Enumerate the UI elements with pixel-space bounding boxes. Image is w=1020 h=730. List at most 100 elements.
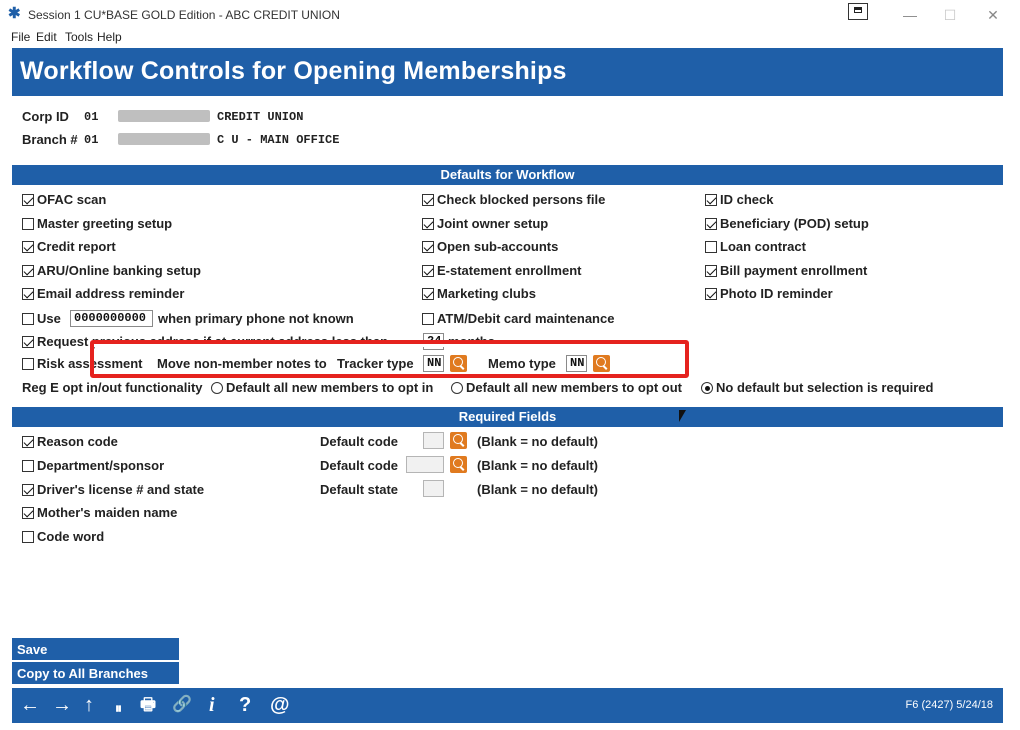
checkbox-icon <box>422 265 434 277</box>
maximize-button[interactable]: ☐ <box>935 4 965 26</box>
redacted-corp-name <box>118 110 210 122</box>
default-phone-input[interactable]: 0000000000 <box>70 310 153 327</box>
reason-default-note: (Blank = no default) <box>477 434 598 449</box>
checkbox-icon <box>22 194 34 206</box>
reg-e-label: Reg E opt in/out functionality <box>22 380 203 395</box>
menu-edit[interactable]: Edit <box>36 30 57 44</box>
checkbox-icon <box>422 194 434 206</box>
use-phone-checkbox[interactable]: Use <box>22 311 61 327</box>
page-title: Workflow Controls for Opening Membership… <box>20 57 567 85</box>
help-icon[interactable]: ? <box>239 695 251 715</box>
checkbox-icon <box>422 218 434 230</box>
mouse-cursor-icon <box>679 410 686 422</box>
checkbox-icon <box>22 241 34 253</box>
minimize-button[interactable]: — <box>895 4 925 26</box>
checkbox-icon <box>22 507 34 519</box>
reason-default-code-input[interactable] <box>423 432 444 449</box>
footer-toolbar: ← → ↑ ⏸ 🖶 🔗 i ? @ F6 (2427) 5/24/18 <box>12 688 1003 723</box>
checkbox-icon <box>22 336 34 348</box>
menu-file[interactable]: File <box>11 30 30 44</box>
title-bar: ✱ Session 1 CU*BASE GOLD Edition - ABC C… <box>0 0 1020 30</box>
checkbox-icon <box>22 436 34 448</box>
radio-icon <box>701 382 713 394</box>
screen-heading-bar: Workflow Controls for Opening Membership… <box>12 48 1003 96</box>
loan-contract-checkbox[interactable]: Loan contract <box>705 239 806 255</box>
use-phone-suffix: when primary phone not known <box>158 311 354 326</box>
open-sub-accounts-checkbox[interactable]: Open sub-accounts <box>422 239 558 255</box>
checkbox-icon <box>705 288 717 300</box>
checkbox-icon <box>22 288 34 300</box>
print-icon[interactable]: 🖶 <box>140 695 156 715</box>
radio-icon <box>451 382 463 394</box>
reason-code-lookup-icon[interactable] <box>450 432 467 449</box>
master-greeting-checkbox[interactable]: Master greeting setup <box>22 216 172 232</box>
e-statement-enrollment-checkbox[interactable]: E-statement enrollment <box>422 263 581 279</box>
default-state-input[interactable] <box>423 480 444 497</box>
callout-highlight-box <box>90 340 689 378</box>
up-arrow-icon[interactable]: ↑ <box>84 695 94 715</box>
default-state-label: Default state <box>320 482 399 497</box>
checkbox-icon <box>22 460 34 472</box>
photo-id-reminder-checkbox[interactable]: Photo ID reminder <box>705 286 833 302</box>
drivers-license-checkbox[interactable]: Driver's license # and state <box>22 482 204 498</box>
info-icon[interactable]: i <box>209 695 215 715</box>
defaults-section-header: Defaults for Workflow <box>12 165 1003 185</box>
default-code-label: Default code <box>320 458 399 473</box>
mothers-maiden-name-checkbox[interactable]: Mother's maiden name <box>22 505 177 521</box>
corp-id-value: 01 <box>84 110 99 124</box>
state-default-note: (Blank = no default) <box>477 482 598 497</box>
code-word-checkbox[interactable]: Code word <box>22 529 104 545</box>
department-default-note: (Blank = no default) <box>477 458 598 473</box>
required-section-header: Required Fields <box>12 407 1003 427</box>
redacted-branch-name <box>118 133 210 145</box>
radio-icon <box>211 382 223 394</box>
corp-id-label: Corp ID <box>22 109 69 124</box>
credit-report-checkbox[interactable]: Credit report <box>22 239 116 255</box>
checkbox-icon <box>422 313 434 325</box>
department-sponsor-checkbox[interactable]: Department/sponsor <box>22 458 164 474</box>
beneficiary-setup-checkbox[interactable]: Beneficiary (POD) setup <box>705 216 869 232</box>
default-code-label: Default code <box>320 434 399 449</box>
checkbox-icon <box>705 218 717 230</box>
restore-screen-icon[interactable] <box>848 3 868 20</box>
reg-e-opt-in-radio[interactable]: Default all new members to opt in <box>211 380 433 396</box>
at-sign-icon[interactable]: @ <box>270 695 290 715</box>
department-default-code-input[interactable] <box>406 456 444 473</box>
checkbox-icon <box>705 265 717 277</box>
ofac-scan-checkbox[interactable]: OFAC scan <box>22 192 106 208</box>
checkbox-icon <box>422 288 434 300</box>
copy-to-all-branches-button[interactable]: Copy to All Branches <box>12 662 179 685</box>
atm-debit-card-checkbox[interactable]: ATM/Debit card maintenance <box>422 311 614 327</box>
close-button[interactable]: ✕ <box>978 4 1008 26</box>
aru-online-banking-checkbox[interactable]: ARU/Online banking setup <box>22 263 201 279</box>
checkbox-icon <box>422 241 434 253</box>
back-arrow-icon[interactable]: ← <box>20 695 40 715</box>
pause-icon[interactable]: ⏸ <box>115 698 122 718</box>
checkbox-icon <box>705 194 717 206</box>
checkbox-icon <box>22 218 34 230</box>
joint-owner-setup-checkbox[interactable]: Joint owner setup <box>422 216 548 232</box>
link-icon[interactable]: 🔗 <box>172 695 192 715</box>
app-logo-icon: ✱ <box>8 5 21 22</box>
menu-help[interactable]: Help <box>97 30 122 44</box>
department-lookup-icon[interactable] <box>450 456 467 473</box>
menu-tools[interactable]: Tools <box>65 30 93 44</box>
checkbox-icon <box>22 484 34 496</box>
reg-e-opt-out-radio[interactable]: Default all new members to opt out <box>451 380 682 396</box>
bill-payment-enrollment-checkbox[interactable]: Bill payment enrollment <box>705 263 867 279</box>
branch-label: Branch # <box>22 132 78 147</box>
marketing-clubs-checkbox[interactable]: Marketing clubs <box>422 286 536 302</box>
branch-value: 01 <box>84 133 99 147</box>
checkbox-icon <box>705 241 717 253</box>
branch-name: C U - MAIN OFFICE <box>217 133 340 147</box>
window-title: Session 1 CU*BASE GOLD Edition - ABC CRE… <box>28 8 340 22</box>
email-address-reminder-checkbox[interactable]: Email address reminder <box>22 286 184 302</box>
reg-e-no-default-radio[interactable]: No default but selection is required <box>701 380 933 396</box>
reason-code-checkbox[interactable]: Reason code <box>22 434 118 450</box>
menu-bar: File Edit Tools Help <box>0 30 1020 48</box>
save-button[interactable]: Save <box>12 638 179 661</box>
checkbox-icon <box>22 313 34 325</box>
forward-arrow-icon[interactable]: → <box>52 695 72 715</box>
check-blocked-persons-checkbox[interactable]: Check blocked persons file <box>422 192 605 208</box>
id-check-checkbox[interactable]: ID check <box>705 192 773 208</box>
